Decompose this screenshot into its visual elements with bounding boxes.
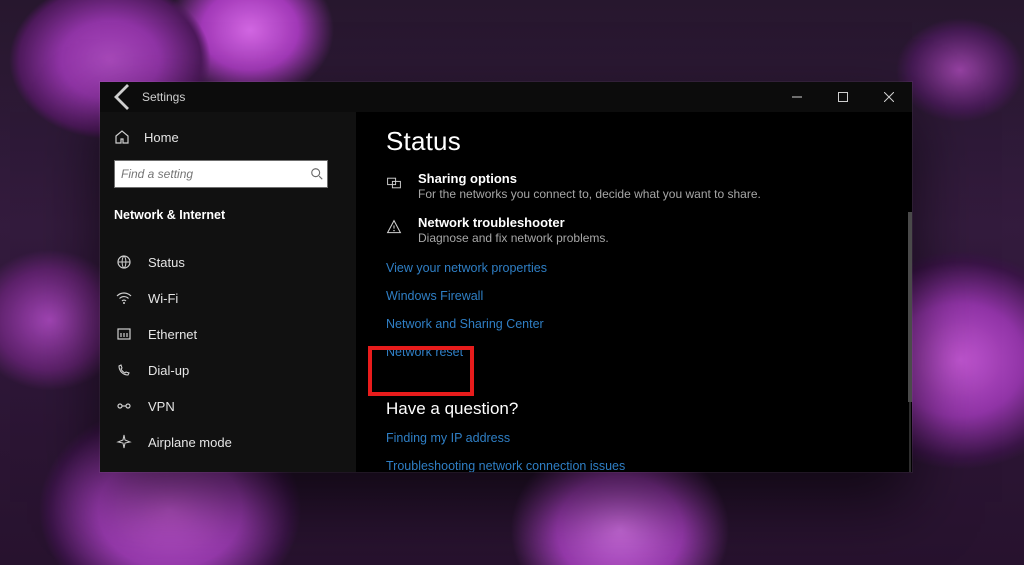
link-windows-firewall[interactable]: Windows Firewall	[386, 289, 892, 303]
troubleshooter-row[interactable]: Network troubleshooter Diagnose and fix …	[386, 215, 892, 245]
dialup-icon	[116, 362, 132, 378]
search-input[interactable]	[114, 160, 328, 188]
settings-window: Settings Home Network	[100, 82, 912, 472]
option-title: Network troubleshooter	[418, 215, 609, 230]
sidebar-item-label: Status	[148, 255, 185, 270]
sidebar-item-wifi[interactable]: Wi-Fi	[114, 280, 342, 316]
sidebar-nav: Status Wi-Fi Ethernet	[114, 244, 342, 460]
sharing-icon	[386, 173, 402, 193]
option-title: Sharing options	[418, 171, 761, 186]
sidebar-item-label: Wi-Fi	[148, 291, 178, 306]
sidebar-item-airplane[interactable]: Airplane mode	[114, 424, 342, 460]
wifi-icon	[116, 290, 132, 306]
links-section: View your network properties Windows Fir…	[386, 261, 892, 359]
window-title: Settings	[142, 90, 185, 104]
titlebar: Settings	[100, 82, 912, 112]
sidebar-item-vpn[interactable]: VPN	[114, 388, 342, 424]
sidebar: Home Network & Internet Status	[100, 112, 356, 472]
sidebar-item-dialup[interactable]: Dial-up	[114, 352, 342, 388]
airplane-icon	[116, 434, 132, 450]
sidebar-item-label: Ethernet	[148, 327, 197, 342]
link-network-sharing-center[interactable]: Network and Sharing Center	[386, 317, 892, 331]
scrollbar-thumb[interactable]	[908, 212, 912, 402]
sidebar-item-status[interactable]: Status	[114, 244, 342, 280]
search-icon	[310, 167, 324, 181]
link-view-properties[interactable]: View your network properties	[386, 261, 892, 275]
link-network-reset[interactable]: Network reset	[386, 345, 892, 359]
sidebar-item-label: Dial-up	[148, 363, 189, 378]
sidebar-item-ethernet[interactable]: Ethernet	[114, 316, 342, 352]
vpn-icon	[116, 398, 132, 414]
back-button[interactable]	[108, 82, 140, 112]
search-box[interactable]	[114, 160, 342, 188]
home-nav[interactable]: Home	[114, 122, 342, 152]
home-icon	[114, 129, 130, 145]
close-button[interactable]	[866, 82, 912, 112]
sidebar-item-label: VPN	[148, 399, 175, 414]
status-icon	[116, 254, 132, 270]
link-find-ip[interactable]: Finding my IP address	[386, 431, 892, 445]
question-section: Have a question? Finding my IP address T…	[386, 399, 892, 472]
minimize-button[interactable]	[774, 82, 820, 112]
home-label: Home	[144, 130, 179, 145]
question-heading: Have a question?	[386, 399, 892, 419]
maximize-button[interactable]	[820, 82, 866, 112]
option-desc: Diagnose and fix network problems.	[418, 231, 609, 245]
option-desc: For the networks you connect to, decide …	[418, 187, 761, 201]
page-heading: Status	[386, 126, 892, 157]
link-troubleshoot-connection[interactable]: Troubleshooting network connection issue…	[386, 459, 892, 472]
sidebar-section-title: Network & Internet	[114, 208, 342, 222]
ethernet-icon	[116, 326, 132, 342]
troubleshooter-icon	[386, 217, 402, 237]
content-pane: Status Sharing options For the networks …	[356, 112, 912, 472]
sharing-options-row[interactable]: Sharing options For the networks you con…	[386, 171, 892, 201]
sidebar-item-label: Airplane mode	[148, 435, 232, 450]
